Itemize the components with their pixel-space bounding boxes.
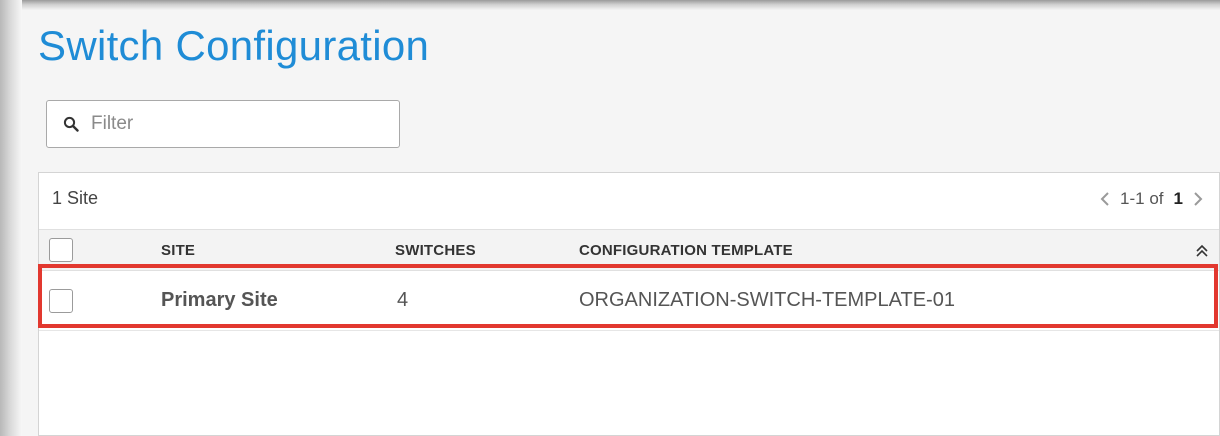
column-header-configuration-template[interactable]: CONFIGURATION TEMPLATE: [579, 242, 793, 259]
switches-count-cell: 4: [397, 289, 409, 311]
select-all-checkbox[interactable]: [49, 238, 73, 262]
column-header-switches[interactable]: SWITCHES: [395, 242, 476, 259]
switch-configuration-page: Switch Configuration 1 Site 1-1 of 1: [22, 10, 1220, 436]
filter-input[interactable]: [91, 113, 381, 135]
site-count: 1 Site: [52, 188, 99, 208]
sites-table-panel: 1 Site 1-1 of 1 SITE SWITCHES CONFIGURAT…: [38, 172, 1220, 436]
frame-shadow-left: [0, 0, 22, 436]
chevron-left-icon[interactable]: [1098, 190, 1112, 208]
column-header-site[interactable]: SITE: [161, 242, 195, 259]
configuration-template-cell: ORGANIZATION-SWITCH-TEMPLATE-01: [579, 289, 955, 311]
frame-shadow-top: [0, 0, 1220, 10]
page-title: Switch Configuration: [38, 22, 430, 69]
table-header: SITE SWITCHES CONFIGURATION TEMPLATE: [39, 229, 1219, 271]
chevron-right-icon[interactable]: [1191, 190, 1205, 208]
double-chevron-up-icon[interactable]: [1195, 243, 1209, 259]
table-row[interactable]: Primary Site 4 ORGANIZATION-SWITCH-TEMPL…: [39, 271, 1219, 331]
row-checkbox[interactable]: [49, 289, 73, 313]
site-name-cell[interactable]: Primary Site: [161, 289, 278, 312]
pagination: 1-1 of 1: [1098, 189, 1205, 209]
pagination-total: 1: [1173, 189, 1183, 208]
screenshot-frame: Switch Configuration 1 Site 1-1 of 1: [0, 0, 1220, 436]
pagination-range: 1-1 of: [1120, 189, 1164, 208]
filter-field[interactable]: [46, 100, 400, 148]
search-icon: [61, 114, 81, 134]
